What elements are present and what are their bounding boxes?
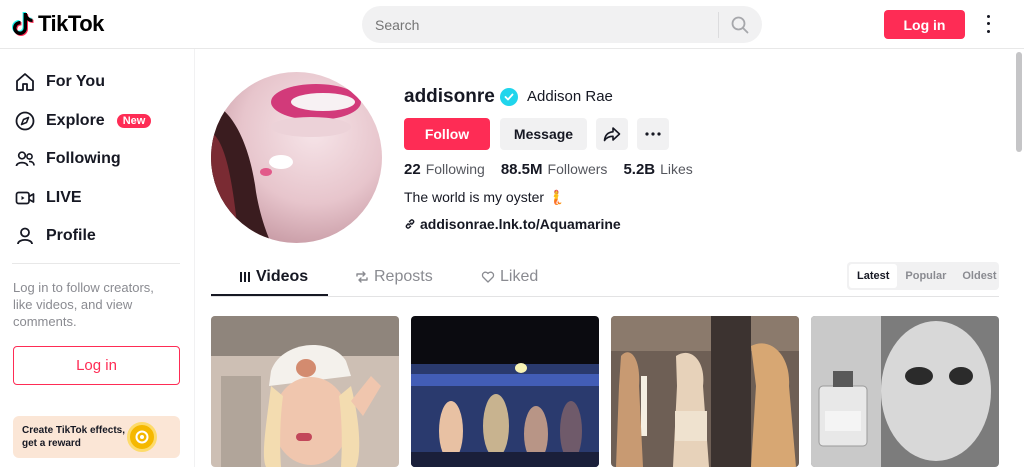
video-thumbnail[interactable] (611, 316, 799, 467)
following-stat[interactable]: 22 Following (404, 161, 485, 178)
verified-badge-icon (500, 88, 518, 106)
promo-text: Create TikTok effects, get a reward (22, 425, 126, 449)
effects-promo-banner[interactable]: Create TikTok effects, get a reward (13, 416, 180, 458)
login-button[interactable]: Log in (884, 10, 965, 39)
logo-text: TikTok (38, 11, 104, 36)
profile-bio: The world is my oyster 🧜 (404, 189, 566, 205)
tab-label: Reposts (374, 268, 433, 285)
sidebar-item-label: Explore (46, 112, 105, 129)
users-icon (15, 151, 35, 167)
tab-reposts[interactable]: Reposts (355, 268, 433, 286)
link-icon (405, 219, 415, 229)
new-badge: New (116, 114, 152, 128)
following-count: 22 (404, 161, 421, 178)
sidebar-login-button[interactable]: Log in (13, 346, 180, 385)
profile-stats: 22 Following 88.5M Followers 5.2B Likes (404, 161, 693, 178)
message-button[interactable]: Message (500, 118, 587, 150)
sort-toggle: Latest Popular Oldest (847, 262, 999, 290)
compass-icon (15, 111, 35, 131)
profile-avatar[interactable] (211, 72, 382, 243)
sidebar-item-for-you[interactable]: For You (14, 67, 105, 97)
tab-label: Liked (500, 268, 539, 285)
following-label: Following (425, 161, 485, 177)
sidebar-item-following[interactable]: Following (14, 144, 121, 174)
tiktok-logo-icon (12, 12, 34, 36)
followers-stat[interactable]: 88.5M Followers (501, 161, 608, 178)
share-button[interactable] (596, 118, 628, 150)
search-button[interactable] (719, 6, 761, 43)
search-icon (731, 16, 749, 33)
followers-label: Followers (547, 161, 608, 177)
sidebar-item-live[interactable]: LIVE (14, 183, 82, 213)
sidebar-item-label: Following (46, 150, 121, 167)
profile-link-text: addisonrae.lnk.to/Aquamarine (420, 216, 621, 232)
more-options-button[interactable] (637, 118, 669, 150)
profile-username: addisonre (404, 86, 495, 107)
ellipsis-icon (645, 132, 661, 136)
person-icon (17, 227, 33, 245)
follow-button[interactable]: Follow (404, 118, 490, 150)
video-thumbnail[interactable] (811, 316, 999, 467)
page-scrollbar[interactable] (1016, 52, 1022, 152)
video-thumbnail[interactable] (211, 316, 399, 467)
sidebar: For You Explore New Following LIVE Profi… (0, 49, 195, 467)
sort-oldest[interactable]: Oldest (954, 264, 1004, 288)
search-bar (362, 6, 762, 43)
repost-icon (356, 271, 368, 283)
sidebar-divider (12, 263, 180, 264)
more-menu-icon[interactable] (980, 13, 996, 35)
profile-link[interactable]: addisonrae.lnk.to/Aquamarine (404, 216, 621, 232)
likes-label: Likes (660, 161, 693, 177)
search-input[interactable] (362, 6, 718, 43)
sidebar-item-label: LIVE (46, 189, 82, 206)
tab-liked[interactable]: Liked (481, 268, 538, 286)
active-tab-indicator (211, 294, 328, 296)
tab-label: Videos (256, 268, 309, 285)
profile-display-name: Addison Rae (527, 88, 613, 105)
tab-videos[interactable]: Videos (239, 268, 308, 286)
likes-count: 5.2B (623, 161, 656, 178)
sidebar-item-label: For You (46, 73, 105, 90)
home-icon (16, 73, 34, 91)
top-bar: TikTok Log in (0, 0, 1024, 49)
sort-popular[interactable]: Popular (897, 264, 954, 288)
heart-lock-icon (481, 271, 495, 283)
live-icon (15, 191, 35, 205)
tiktok-logo[interactable]: TikTok (12, 11, 104, 37)
share-icon (603, 127, 621, 142)
grid-icon (240, 272, 250, 282)
effect-coin-icon (127, 422, 157, 452)
likes-stat: 5.2B Likes (623, 161, 692, 178)
followers-count: 88.5M (500, 161, 543, 178)
sidebar-item-profile[interactable]: Profile (14, 221, 96, 251)
sort-latest[interactable]: Latest (849, 264, 898, 288)
video-thumbnail[interactable] (411, 316, 599, 467)
login-prompt-text: Log in to follow creators, like videos, … (13, 280, 154, 329)
sidebar-item-label: Profile (46, 227, 96, 244)
sidebar-item-explore[interactable]: Explore New (14, 106, 152, 136)
